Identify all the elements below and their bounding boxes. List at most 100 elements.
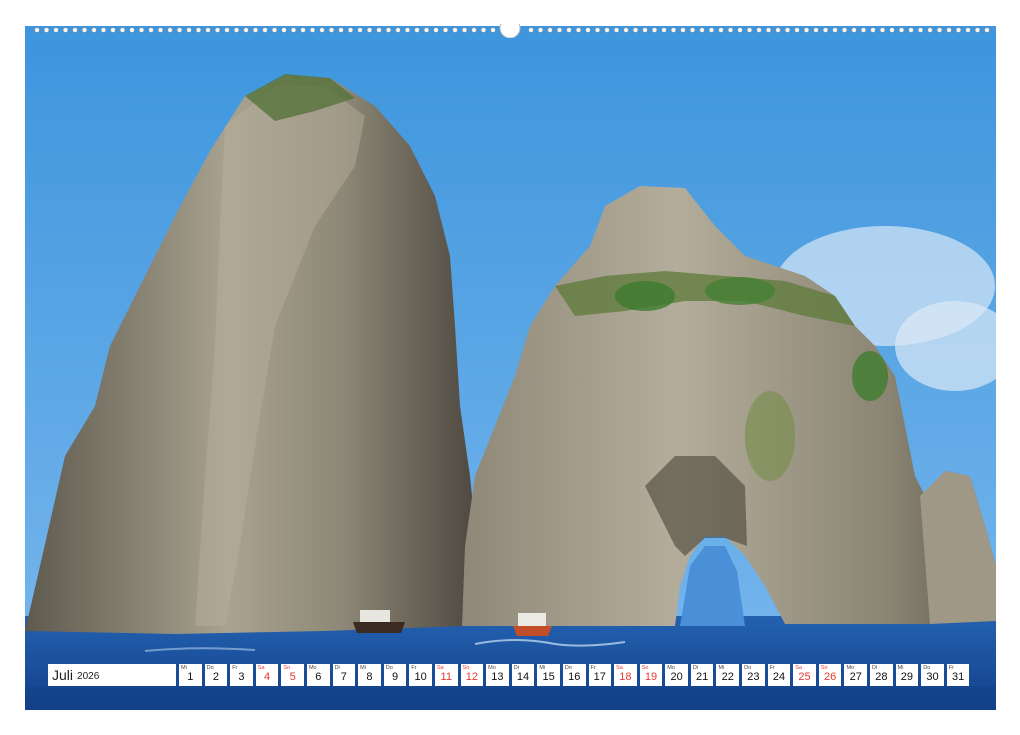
binding-hole [442,27,449,33]
day-cell: So 5 [281,664,304,686]
day-cells: Mi 1 Do 2 Fr 3 Sa 4 So 5 Mo 6 Di 7 Mi 8 Do 9 Fr 10 Sa 11 So 12 M… [179,664,970,686]
binding-hole [385,27,392,33]
binding-hole [965,27,971,33]
binding-hole [148,27,154,33]
binding-hole [889,27,895,33]
day-number: 31 [951,671,965,683]
binding-hole [661,27,667,33]
binding-hole [851,27,857,33]
day-cell: So 19 [639,664,663,686]
day-cell: Do 16 [562,664,586,686]
binding-hole [594,27,601,33]
day-cell: Mo 20 [665,664,688,686]
binding-hole [62,27,69,33]
binding-hole [271,27,278,33]
binding-hole [167,27,173,33]
day-cell: Di 21 [690,664,714,686]
binding-hole [214,27,221,33]
binding-hole [727,27,734,33]
binding-hole [34,27,40,33]
binding-hole [404,27,411,33]
day-number: 23 [747,671,760,683]
binding-hole [81,27,88,33]
day-number: 13 [491,671,504,683]
binding-hole [157,27,164,33]
binding-hole [357,27,363,33]
binding-hole [832,27,838,33]
binding-hole [176,27,183,33]
day-cell: Do 9 [383,664,407,686]
binding-hole [233,27,240,33]
binding-hole [908,27,914,33]
binding-hole [205,27,211,33]
binding-hole [290,27,297,33]
day-number: 30 [926,671,939,683]
binding-hole [91,27,97,33]
day-cell: Di 14 [511,664,535,686]
day-number: 27 [849,671,862,683]
month-year: 2026 [77,670,100,682]
binding-hole [423,27,430,33]
binding-hole [490,27,496,33]
binding-hole [72,27,78,33]
day-number: 5 [289,671,296,683]
day-cell: Mi 22 [716,664,740,686]
binding-hole [879,27,886,33]
binding-hole [53,27,59,33]
day-cell: Fr 10 [409,664,432,686]
binding-hole [984,27,990,33]
day-number: 3 [238,671,245,683]
binding-hole [110,27,116,33]
day-number: 28 [875,671,888,683]
day-cell: Fr 17 [588,664,612,686]
day-number: 12 [465,671,478,683]
binding-hole [974,27,981,33]
binding-hole [556,27,563,33]
day-number: 1 [187,671,194,683]
binding-hole [604,27,610,33]
binding-hole [243,27,249,33]
binding-hole [946,27,952,33]
binding-hole [822,27,829,33]
day-number: 18 [619,671,632,683]
binding-hole [300,27,306,33]
day-cell: So 12 [460,664,484,686]
binding-hole [955,27,962,33]
day-cell: Mo 13 [486,664,509,686]
month-name: Juli [52,667,74,683]
boat [353,622,405,633]
day-cell: Sa 4 [255,664,279,686]
binding-hole [642,27,648,33]
binding-hole [803,27,810,33]
binding-hole [547,27,553,33]
binding-hole [927,27,933,33]
binding-hole [347,27,354,33]
day-number: 19 [644,671,658,683]
day-number: 10 [414,671,427,683]
day-number: 14 [516,671,530,683]
binding-hole [537,27,544,33]
binding-hole [746,27,753,33]
calendar-strip: Juli 2026 Mi 1 Do 2 Fr 3 Sa 4 So 5 Mo 6 Di 7 Mi 8 Do 9 Fr 1… [48,664,970,686]
binding-hole [376,27,382,33]
binding-hole [138,27,145,33]
binding-hole [670,27,677,33]
binding-hole [366,27,373,33]
binding-hole [433,27,439,33]
day-number: 6 [315,671,322,683]
binding-hole [414,27,420,33]
day-number: 4 [264,671,271,683]
day-number: 16 [568,671,581,683]
binding-hole [680,27,686,33]
binding-hole [613,27,620,33]
binding-hole [623,27,629,33]
day-number: 25 [798,671,811,683]
calendar-page: Juli 2026 Mi 1 Do 2 Fr 3 Sa 4 So 5 Mo 6 Di 7 Mi 8 Do 9 Fr 1… [0,0,1020,735]
day-cell: Mo 6 [306,664,330,686]
day-cell: Do 2 [204,664,228,686]
day-cell: Mi 1 [179,664,202,686]
day-cell: Fr 3 [230,664,253,686]
binding-hole [718,27,724,33]
binding-hole [119,27,126,33]
binding-hole [898,27,905,33]
